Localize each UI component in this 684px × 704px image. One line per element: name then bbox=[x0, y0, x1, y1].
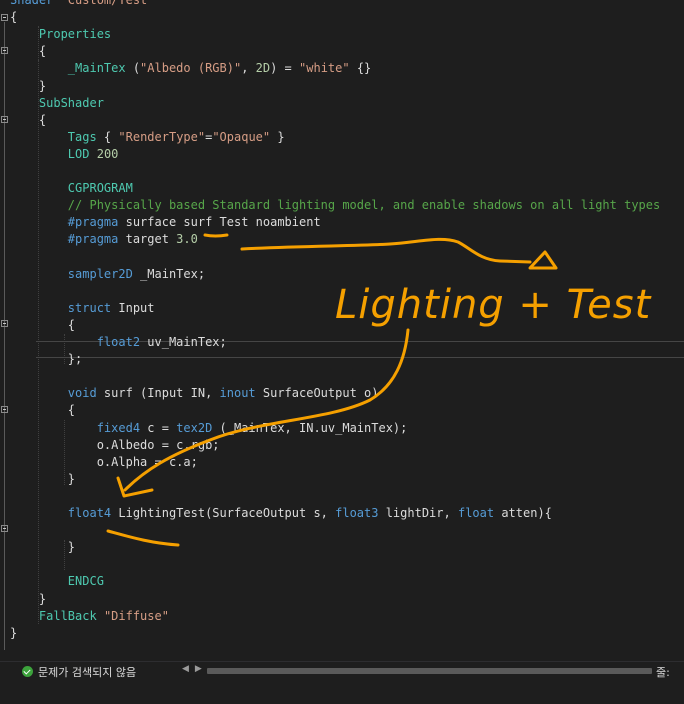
horizontal-scrollbar[interactable] bbox=[207, 668, 652, 674]
arrow-to-triangle bbox=[240, 237, 532, 264]
code-editor[interactable]: Shader "Custom/Test"{ Properties { _Main… bbox=[0, 0, 684, 661]
handwritten-annotation: Lighting + Test bbox=[106, 233, 652, 547]
issues-status[interactable]: 문제가 검색되지 않음 bbox=[38, 664, 136, 680]
status-bar: 문제가 검색되지 않음 ◀▶ 줄: 21 bbox=[0, 661, 684, 693]
underline-lightingtest bbox=[106, 529, 180, 547]
nav-arrows-icon[interactable]: ◀▶ bbox=[182, 664, 208, 674]
curved-arrow bbox=[123, 328, 410, 492]
check-icon bbox=[22, 666, 33, 677]
annotation-text: Lighting + Test bbox=[335, 282, 652, 328]
underline-test bbox=[203, 233, 229, 238]
arrow-head-triangle bbox=[528, 250, 558, 270]
editor-bottom-area bbox=[0, 681, 684, 704]
